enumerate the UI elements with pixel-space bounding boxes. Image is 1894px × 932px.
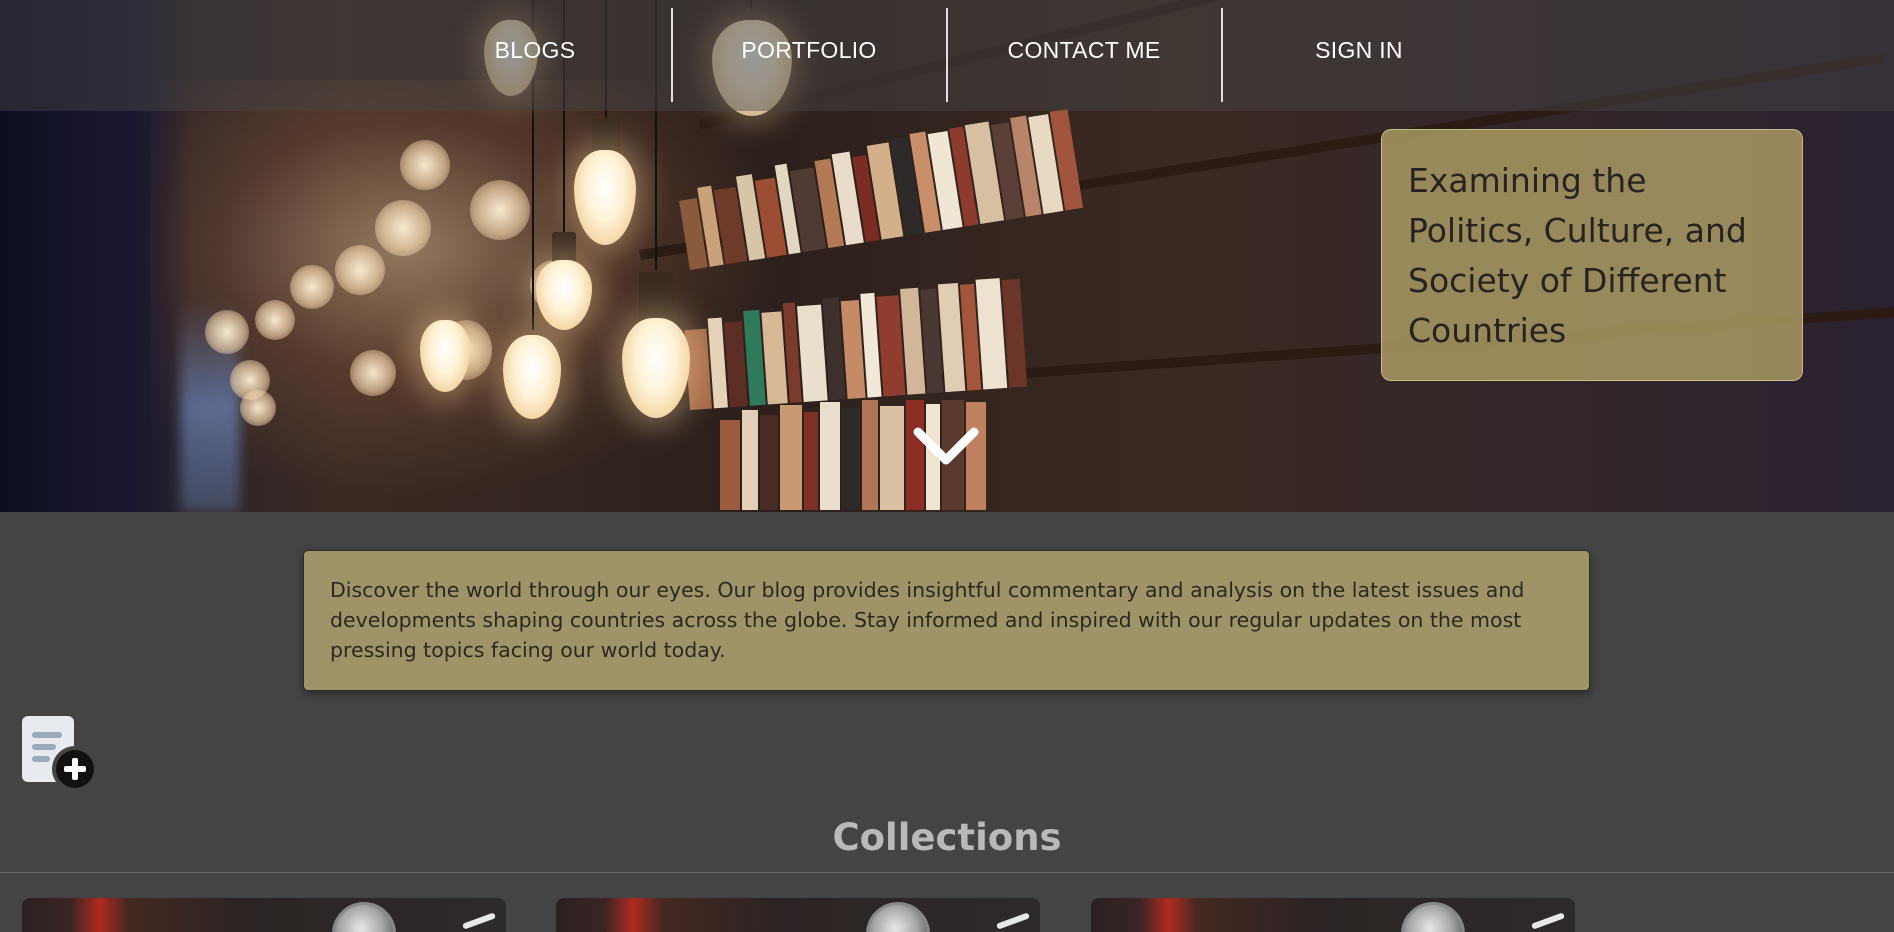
- light-bokeh: [350, 350, 396, 396]
- hero-headline-card: Examining the Politics, Culture, and Soc…: [1381, 129, 1803, 381]
- light-bokeh: [400, 140, 450, 190]
- intro-card: Discover the world through our eyes. Our…: [303, 550, 1590, 691]
- nav-portfolio-link[interactable]: PORTFOLIO: [672, 0, 946, 111]
- light-bokeh: [240, 390, 276, 426]
- collection-image: [332, 902, 396, 932]
- collection-image: [1530, 912, 1566, 930]
- hero-glow: [150, 80, 790, 500]
- light-bokeh: [205, 310, 249, 354]
- collection-image: [995, 912, 1031, 930]
- collection-card[interactable]: [556, 898, 1040, 932]
- collections-heading: Collections: [832, 816, 1062, 859]
- collection-image: [866, 902, 930, 932]
- hero-headline: Examining the Politics, Culture, and Soc…: [1408, 161, 1747, 350]
- document-add-icon: [22, 716, 98, 792]
- collection-card[interactable]: [22, 898, 506, 932]
- chevron-down-icon[interactable]: [912, 424, 980, 468]
- bulb-socket: [639, 272, 673, 322]
- collections-divider: [0, 872, 1894, 873]
- light-bokeh: [335, 245, 385, 295]
- collection-image: [461, 912, 497, 930]
- book-row: [720, 400, 1894, 510]
- collection-card[interactable]: [1091, 898, 1575, 932]
- nav-contact-link[interactable]: CONTACT ME: [947, 0, 1221, 111]
- add-post-button[interactable]: [20, 714, 98, 792]
- light-bokeh: [470, 180, 530, 240]
- light-bokeh: [290, 265, 334, 309]
- collection-image: [1401, 902, 1465, 932]
- nav-blogs-link[interactable]: BLOGS: [398, 0, 672, 111]
- top-navigation: BLOGS PORTFOLIO CONTACT ME SIGN IN: [0, 0, 1894, 111]
- nav-sign-in-link[interactable]: SIGN IN: [1222, 0, 1496, 111]
- intro-text: Discover the world through our eyes. Our…: [330, 578, 1525, 662]
- light-bokeh: [375, 200, 431, 256]
- light-bokeh: [255, 300, 295, 340]
